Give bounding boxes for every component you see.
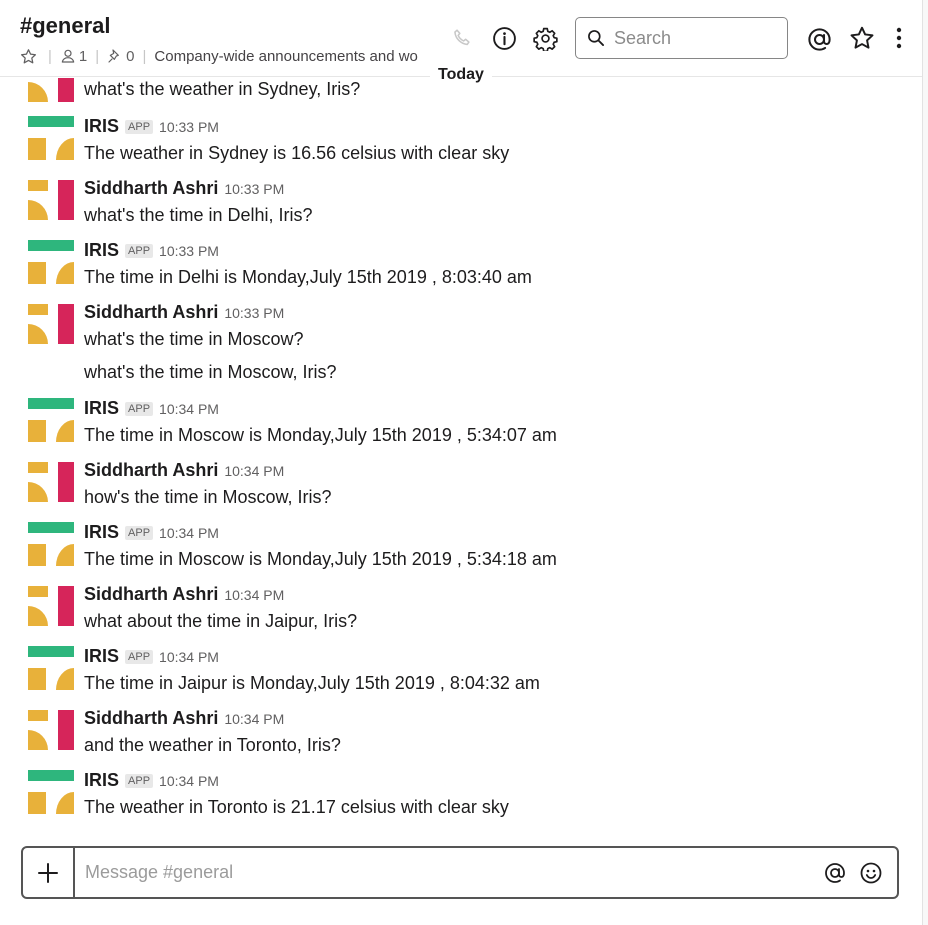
message-input[interactable]: [85, 862, 817, 883]
sender-name[interactable]: Siddharth Ashri: [84, 302, 218, 323]
message-text: The weather in Toronto is 21.17 celsius …: [84, 797, 509, 817]
bot-avatar[interactable]: [28, 240, 74, 286]
message-text: The time in Moscow is Monday,July 15th 2…: [84, 425, 557, 445]
sender-name[interactable]: Siddharth Ashri: [84, 178, 218, 199]
sender-name[interactable]: IRIS: [84, 522, 119, 543]
sender-name[interactable]: IRIS: [84, 770, 119, 791]
sender-name[interactable]: IRIS: [84, 646, 119, 667]
timestamp[interactable]: 10:34 PM: [159, 525, 219, 541]
user-avatar[interactable]: [28, 178, 74, 224]
user-avatar[interactable]: [28, 302, 74, 348]
app-badge: APP: [125, 650, 154, 664]
message: IRIS APP 10:33 PM The time in Delhi is M…: [0, 240, 900, 300]
message-text: what's the time in Moscow?: [84, 329, 304, 349]
timestamp[interactable]: 10:34 PM: [224, 463, 284, 479]
bot-avatar[interactable]: [28, 646, 74, 692]
emoji-icon: [860, 862, 882, 883]
bot-avatar[interactable]: [28, 398, 74, 444]
user-avatar[interactable]: [28, 460, 74, 506]
message-text: The time in Jaipur is Monday,July 15th 2…: [84, 673, 540, 693]
gear-icon[interactable]: [532, 25, 558, 51]
search-icon: [586, 28, 606, 48]
timestamp[interactable]: 10:34 PM: [159, 649, 219, 665]
timestamp[interactable]: 10:33 PM: [224, 181, 284, 197]
timestamp[interactable]: 10:33 PM: [159, 119, 219, 135]
starred-items-icon[interactable]: [848, 24, 876, 52]
info-icon[interactable]: [491, 25, 517, 51]
date-divider: Today: [430, 66, 492, 84]
search-input[interactable]: [614, 27, 774, 49]
bot-avatar[interactable]: [28, 116, 74, 162]
message: IRIS APP 10:34 PM The time in Moscow is …: [0, 398, 900, 458]
user-avatar[interactable]: [28, 708, 74, 754]
message-text: The weather in Sydney is 16.56 celsius w…: [84, 143, 510, 163]
message-text: what's the time in Moscow, Iris?: [84, 362, 337, 382]
message-continuation: what's the time in Moscow, Iris?: [0, 362, 900, 394]
at-sign-icon: [825, 862, 845, 883]
message: Siddharth Ashri 10:33 PM what's the time…: [0, 302, 900, 362]
message: Siddharth Ashri 10:34 PM how's the time …: [0, 460, 900, 520]
message: Siddharth Ashri 10:34 PM and the weather…: [0, 708, 900, 768]
message: Siddharth Ashri 10:34 PM what about the …: [0, 584, 900, 644]
member-icon[interactable]: [60, 48, 76, 64]
attach-button[interactable]: [23, 848, 75, 897]
message-list: what's the weather in Sydney, Iris? IRIS…: [0, 78, 922, 828]
timestamp[interactable]: 10:33 PM: [159, 243, 219, 259]
timestamp[interactable]: 10:34 PM: [224, 587, 284, 603]
member-count[interactable]: 1: [79, 48, 87, 65]
sender-name[interactable]: Siddharth Ashri: [84, 460, 218, 481]
channel-topic[interactable]: Company-wide announcements and wo: [154, 48, 418, 65]
bot-avatar[interactable]: [28, 770, 74, 816]
app-badge: APP: [125, 402, 154, 416]
message: IRIS APP 10:34 PM The time in Jaipur is …: [0, 646, 900, 706]
plus-icon: [38, 862, 58, 883]
message: IRIS APP 10:34 PM The weather in Toronto…: [0, 770, 900, 828]
message-text: The time in Moscow is Monday,July 15th 2…: [84, 549, 557, 569]
message: Siddharth Ashri 10:33 PM what's the time…: [0, 178, 900, 238]
call-icon[interactable]: [450, 26, 474, 50]
message-text: what's the time in Delhi, Iris?: [84, 205, 313, 225]
app-badge: APP: [125, 526, 154, 540]
message-text: what's the weather in Sydney, Iris?: [84, 79, 361, 99]
pin-icon[interactable]: [107, 48, 123, 64]
message: IRIS APP 10:33 PM The weather in Sydney …: [0, 116, 900, 176]
side-panel-edge: [922, 0, 928, 925]
search-box[interactable]: [575, 17, 788, 59]
message: IRIS APP 10:34 PM The time in Moscow is …: [0, 522, 900, 582]
channel-meta: | 1 | 0 | Company-wide announcements and…: [20, 46, 434, 66]
pin-count[interactable]: 0: [126, 48, 134, 65]
message-text: The time in Delhi is Monday,July 15th 20…: [84, 267, 532, 287]
message-text: what about the time in Jaipur, Iris?: [84, 611, 358, 631]
message-composer[interactable]: [21, 846, 899, 899]
more-options-icon[interactable]: [889, 24, 909, 52]
sender-name[interactable]: IRIS: [84, 116, 119, 137]
mentions-icon[interactable]: [805, 25, 833, 53]
message-text: how's the time in Moscow, Iris?: [84, 487, 332, 507]
star-icon[interactable]: [20, 48, 37, 65]
sender-name[interactable]: IRIS: [84, 240, 119, 261]
app-badge: APP: [125, 244, 154, 258]
sender-name[interactable]: IRIS: [84, 398, 119, 419]
app-badge: APP: [125, 774, 154, 788]
timestamp[interactable]: 10:34 PM: [224, 711, 284, 727]
user-avatar[interactable]: [28, 78, 74, 108]
app-badge: APP: [125, 120, 154, 134]
mention-button[interactable]: [817, 861, 853, 885]
message-text: and the weather in Toronto, Iris?: [84, 735, 341, 755]
sender-name[interactable]: Siddharth Ashri: [84, 708, 218, 729]
emoji-button[interactable]: [853, 861, 889, 885]
sender-name[interactable]: Siddharth Ashri: [84, 584, 218, 605]
timestamp[interactable]: 10:34 PM: [159, 773, 219, 789]
timestamp[interactable]: 10:34 PM: [159, 401, 219, 417]
bot-avatar[interactable]: [28, 522, 74, 568]
timestamp[interactable]: 10:33 PM: [224, 305, 284, 321]
user-avatar[interactable]: [28, 584, 74, 630]
channel-title[interactable]: #general: [20, 13, 111, 39]
